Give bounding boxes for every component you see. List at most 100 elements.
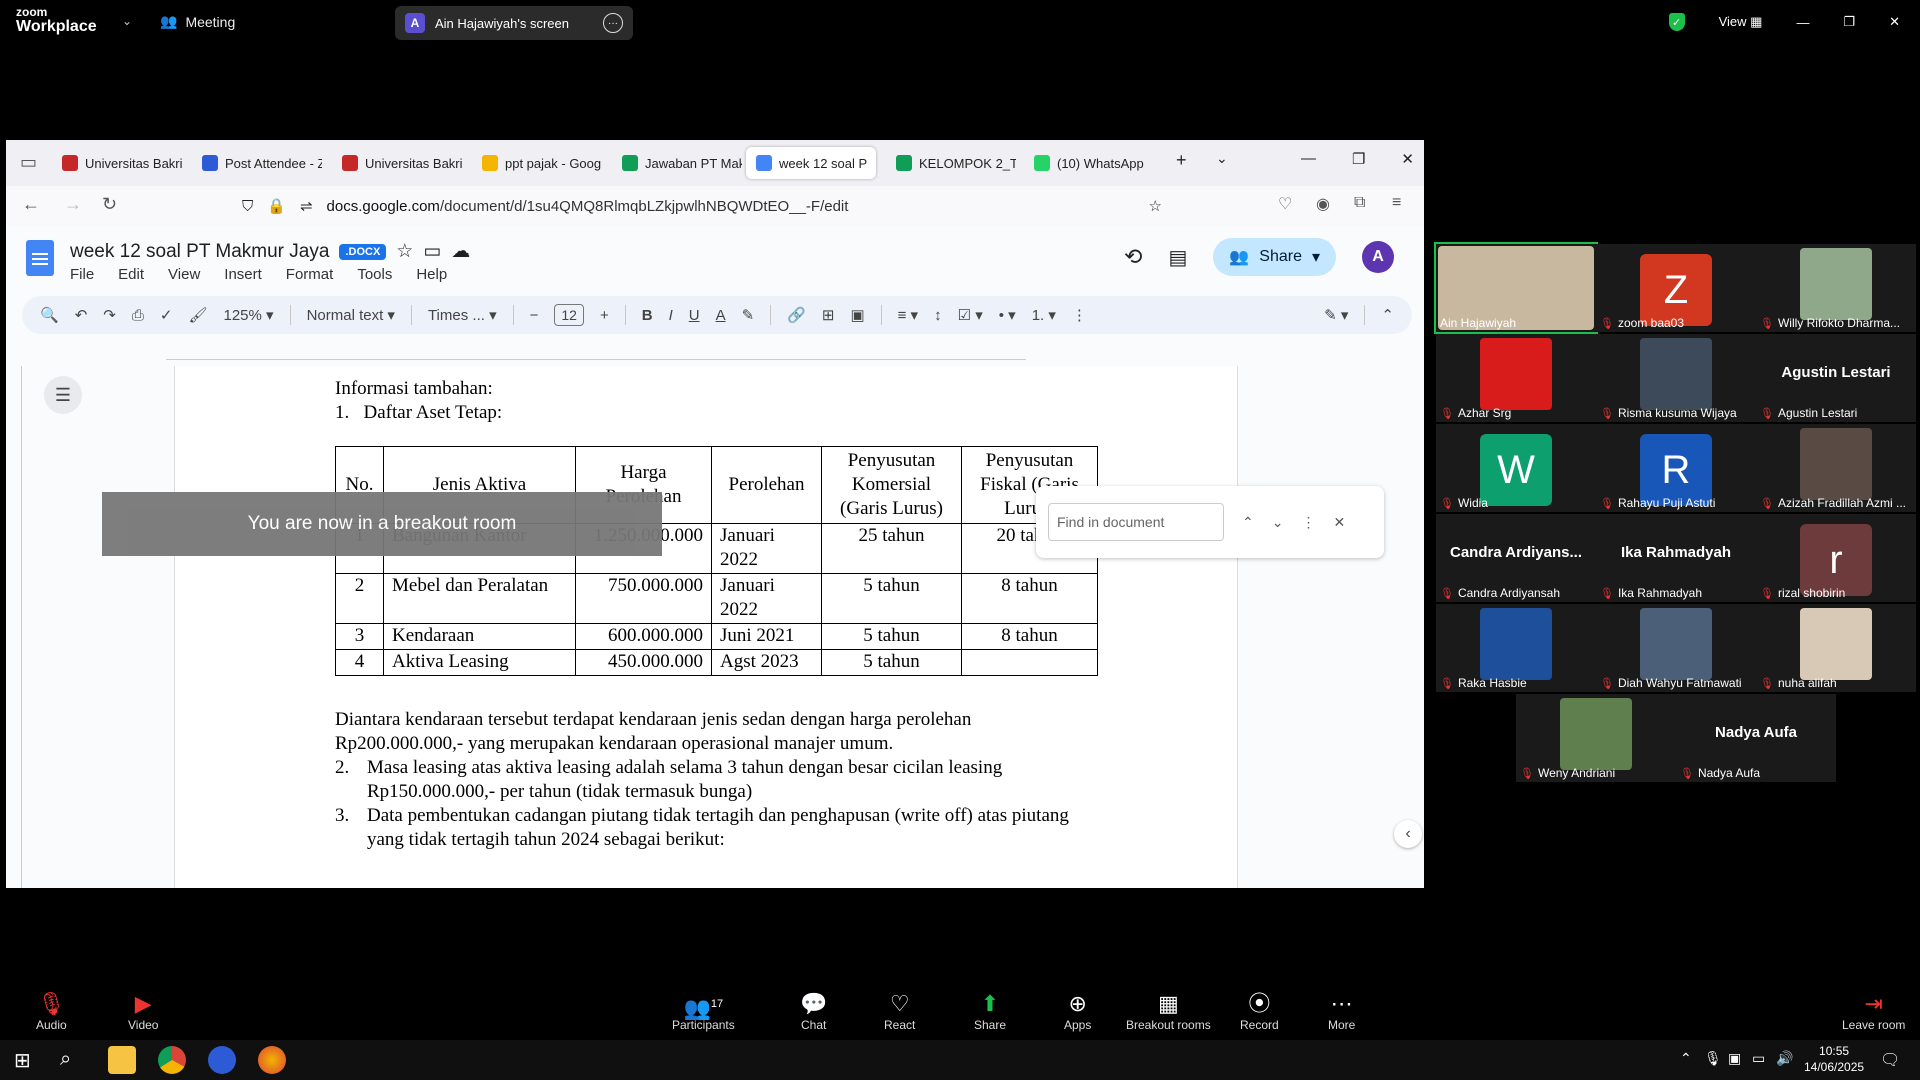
undo-icon[interactable]: ↶ <box>75 306 88 324</box>
view-button[interactable]: View ▦ <box>1719 14 1763 30</box>
paint-format-icon[interactable]: 🖌 <box>188 306 207 324</box>
windows-start-icon[interactable]: ⊞ <box>14 1048 31 1073</box>
tab-list-icon[interactable]: ▭ <box>20 152 37 173</box>
decrease-font-icon[interactable]: − <box>530 307 539 324</box>
docs-logo-icon[interactable] <box>26 240 54 276</box>
address-field[interactable]: ⛉ 🔒 ⇌ docs.google.com/document/d/1su4QMQ… <box>242 191 1162 221</box>
chat-button[interactable]: 💬 Chat <box>800 990 827 1032</box>
line-spacing-icon[interactable]: ↕ <box>934 307 942 324</box>
underline-icon[interactable]: U <box>689 307 700 324</box>
move-folder-icon[interactable]: ▭ <box>423 240 441 263</box>
menu-item-format[interactable]: Format <box>286 266 334 283</box>
editing-mode-icon[interactable]: ✎ ▾ <box>1324 306 1348 324</box>
checklist-icon[interactable]: ☑ ▾ <box>958 306 983 324</box>
bookmark-star-icon[interactable]: ☆ <box>1149 197 1162 215</box>
participant-tile[interactable]: W 🎙 Widia <box>1436 424 1596 512</box>
text-color-icon[interactable]: A <box>716 307 726 324</box>
reload-icon[interactable]: ↻ <box>102 194 117 215</box>
participant-tile[interactable]: 🎙 Weny Andriani <box>1516 694 1676 782</box>
tray-chevron-icon[interactable]: ⌃ <box>1680 1050 1692 1067</box>
tray-camera-icon[interactable]: ▣ <box>1728 1050 1741 1067</box>
chevron-down-icon[interactable]: ⌄ <box>122 14 132 28</box>
horizontal-ruler[interactable] <box>166 344 1026 360</box>
minimize-icon[interactable]: — <box>1796 15 1809 30</box>
star-icon[interactable]: ☆ <box>396 240 413 263</box>
search-icon[interactable]: 🔍 <box>40 306 59 324</box>
document-page[interactable]: Informasi tambahan: 1. Daftar Aset Tetap… <box>174 366 1238 888</box>
record-button[interactable]: ⦿ Record <box>1240 990 1279 1032</box>
image-icon[interactable]: ▣ <box>850 306 864 324</box>
tray-mic-icon[interactable]: 🎙 <box>1704 1050 1722 1067</box>
collapse-toolbar-icon[interactable]: ⌃ <box>1381 306 1394 324</box>
side-panel-toggle-icon[interactable]: ‹ <box>1394 820 1422 848</box>
comment-add-icon[interactable]: ⊞ <box>822 306 835 324</box>
participant-tile[interactable]: 🎙 nuha alifah <box>1756 604 1916 692</box>
menu-item-insert[interactable]: Insert <box>224 266 262 283</box>
italic-icon[interactable]: I <box>669 307 673 324</box>
more-button[interactable]: ⋯ More <box>1328 990 1355 1032</box>
browser-tab[interactable]: Jawaban PT Mak <box>612 147 742 179</box>
participant-tile[interactable]: R 🎙 Rahayu Puji Astuti <box>1596 424 1756 512</box>
apps-button[interactable]: ⊕ Apps <box>1064 990 1091 1032</box>
pocket-icon[interactable]: ♡ <box>1278 194 1292 214</box>
hamburger-menu-icon[interactable]: ≡ <box>1392 194 1401 212</box>
extensions-icon[interactable]: ⧉ <box>1354 194 1365 212</box>
network-icon[interactable]: ▭ <box>1752 1050 1765 1067</box>
link-icon[interactable]: 🔗 <box>787 306 806 324</box>
participant-tile[interactable]: Nadya Aufa 🎙 Nadya Aufa <box>1676 694 1836 782</box>
redo-icon[interactable]: ↷ <box>103 306 116 324</box>
close-tab-icon[interactable]: ✕ <box>874 155 876 171</box>
document-outline-icon[interactable]: ☰ <box>44 376 82 414</box>
tab-dropdown-icon[interactable]: ⌄ <box>1216 150 1228 167</box>
minimize-icon[interactable]: — <box>1301 150 1316 168</box>
video-button[interactable]: ▶ Video <box>128 990 158 1032</box>
file-explorer-icon[interactable] <box>108 1046 136 1074</box>
participant-tile[interactable]: 🎙 Risma kusuma Wijaya <box>1596 334 1756 422</box>
spellcheck-icon[interactable]: ✓ <box>160 306 173 324</box>
menu-item-help[interactable]: Help <box>416 266 447 283</box>
menu-item-tools[interactable]: Tools <box>357 266 392 283</box>
breakout-rooms-button[interactable]: ▦ Breakout rooms <box>1126 990 1211 1032</box>
bulleted-list-icon[interactable]: • ▾ <box>999 306 1016 324</box>
participant-tile[interactable]: 🎙 Raka Hasbie <box>1436 604 1596 692</box>
menu-item-file[interactable]: File <box>70 266 94 283</box>
react-button[interactable]: ♡ React <box>884 990 915 1032</box>
style-select[interactable]: Normal text ▾ <box>307 306 395 324</box>
search-icon[interactable]: ⌕ <box>60 1048 71 1071</box>
menu-item-edit[interactable]: Edit <box>118 266 144 283</box>
zoom-select[interactable]: 125% ▾ <box>223 306 273 324</box>
share-screen-button[interactable]: ⬆ Share <box>974 990 1006 1032</box>
audio-button[interactable]: 🎙 Audio <box>36 990 67 1032</box>
browser-tab[interactable]: (10) WhatsApp <box>1024 147 1154 179</box>
print-icon[interactable]: ⎙ <box>132 307 144 324</box>
screen-share-pill[interactable]: A Ain Hajawiyah's screen ··· <box>395 6 633 40</box>
chrome-active-icon[interactable] <box>258 1046 286 1074</box>
participant-tile[interactable]: 🎙 Willy Rifokto Dharma... <box>1756 244 1916 332</box>
zoom-app-icon[interactable] <box>208 1046 236 1074</box>
participant-tile[interactable]: Ain Hajawiyah <box>1434 242 1598 334</box>
participant-tile[interactable]: Z 🎙 zoom baa03 <box>1596 244 1756 332</box>
forward-icon[interactable]: → <box>64 194 82 215</box>
next-result-icon[interactable]: ⌄ <box>1272 514 1284 531</box>
document-title[interactable]: week 12 soal PT Makmur Jaya <box>70 241 329 263</box>
browser-tab[interactable]: ppt pajak - Goog <box>472 147 602 179</box>
align-icon[interactable]: ≡ ▾ <box>898 306 918 324</box>
taskbar-clock[interactable]: 10:55 14/06/2025 <box>1804 1043 1864 1075</box>
highlight-icon[interactable]: ✎ <box>742 306 755 324</box>
participant-tile[interactable]: 🎙 Azhar Srg <box>1436 334 1596 422</box>
notification-icon[interactable]: 🗨 <box>1880 1050 1900 1070</box>
participant-tile[interactable]: Candra Ardiyans... 🎙 Candra Ardiyansah <box>1436 514 1596 602</box>
increase-font-icon[interactable]: + <box>600 307 609 324</box>
browser-tab[interactable]: Post Attendee - Z <box>192 147 322 179</box>
leave-room-button[interactable]: ⇥ Leave room <box>1842 990 1905 1032</box>
participant-tile[interactable]: r 🎙 rizal shobirin <box>1756 514 1916 602</box>
close-icon[interactable]: ✕ <box>1401 150 1414 168</box>
bold-icon[interactable]: B <box>642 307 653 324</box>
version-history-icon[interactable]: ⟲ <box>1124 244 1142 270</box>
chrome-icon[interactable] <box>158 1046 186 1074</box>
close-find-icon[interactable]: ✕ <box>1333 514 1345 531</box>
browser-tab[interactable]: Universitas Bakri <box>52 147 182 179</box>
chevron-down-icon[interactable]: ▾ <box>1312 247 1320 267</box>
participant-tile[interactable]: 🎙 Diah Wahyu Fatmawati <box>1596 604 1756 692</box>
volume-icon[interactable]: 🔊 <box>1776 1050 1793 1067</box>
